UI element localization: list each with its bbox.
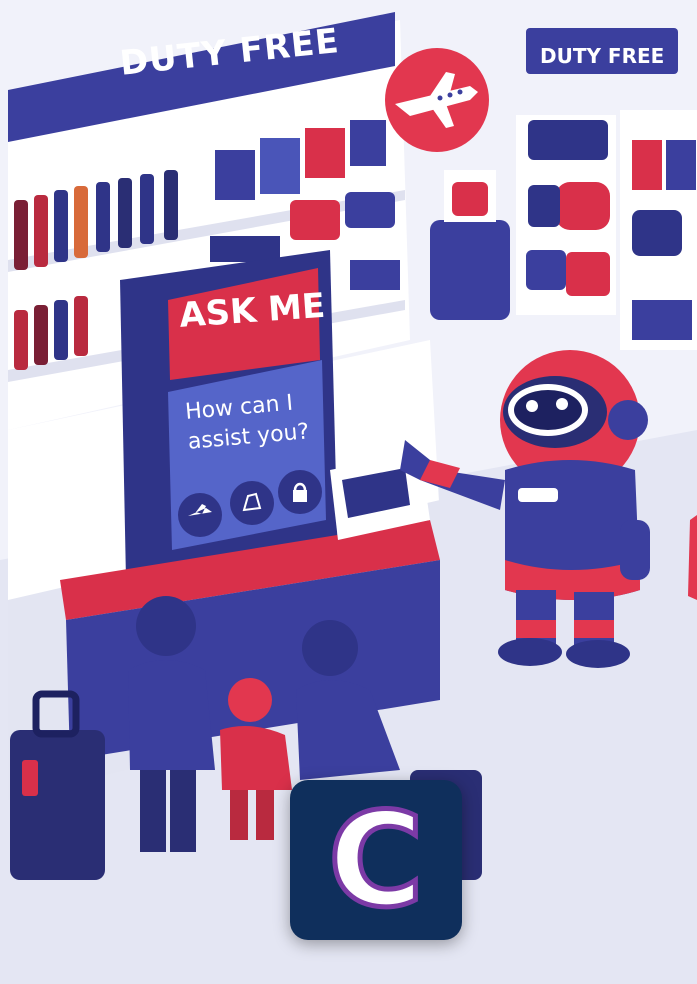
logo-letter: C: [326, 782, 426, 939]
duty-free-scene: DUTY FREE DUTY FREE ASK ME How can I ass…: [0, 0, 697, 984]
logo-badge: C: [290, 780, 462, 940]
plane-sign: [385, 48, 489, 152]
duty-free-secondary-sign: DUTY FREE: [540, 44, 665, 68]
